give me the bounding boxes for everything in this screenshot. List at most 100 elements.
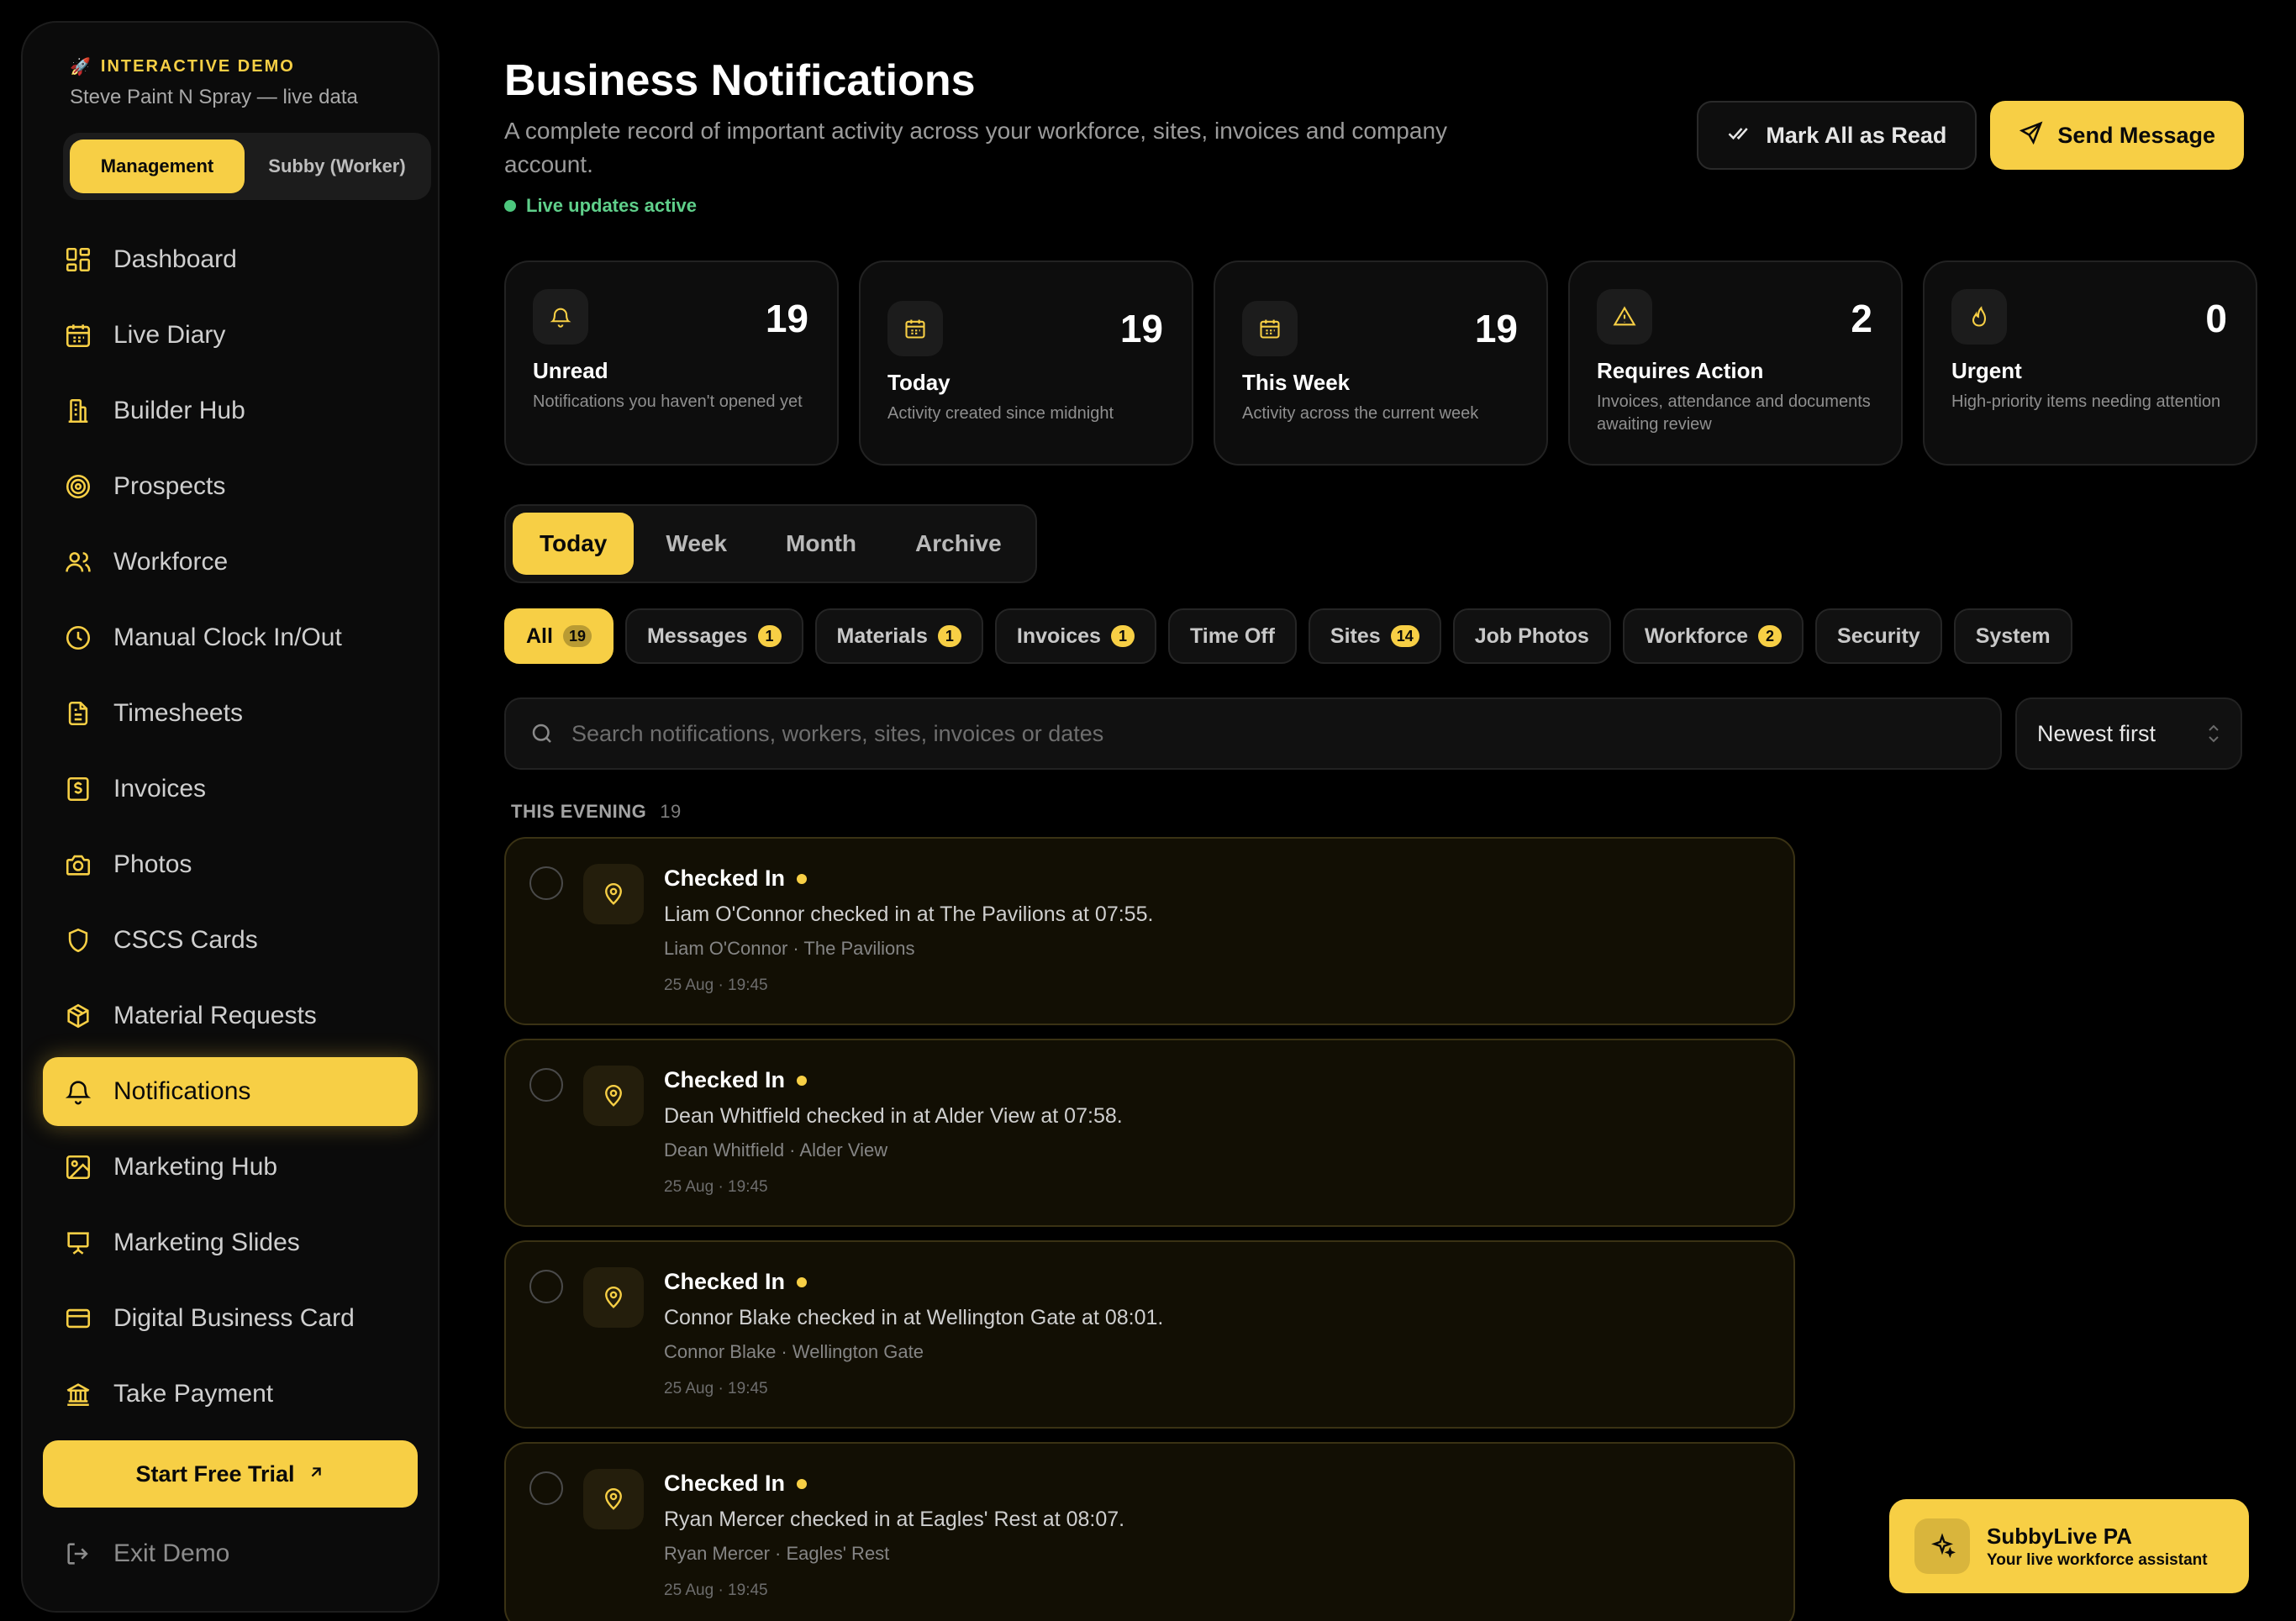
unread-dot-icon bbox=[797, 1075, 808, 1086]
assistant-button[interactable]: SubbyLive PA Your live workforce assista… bbox=[1889, 1499, 2249, 1593]
filter-system[interactable]: System bbox=[1953, 608, 2072, 664]
group-label: THIS EVENING bbox=[511, 801, 647, 822]
notification-meta: Dean Whitfield · Alder View bbox=[664, 1139, 888, 1160]
send-icon bbox=[2019, 120, 2044, 151]
select-checkbox[interactable] bbox=[529, 1270, 563, 1303]
exit-demo-button[interactable]: Exit Demo bbox=[43, 1519, 418, 1588]
select-checkbox[interactable] bbox=[529, 1471, 563, 1505]
filter-sites[interactable]: Sites 14 bbox=[1308, 608, 1441, 664]
filter-label: Security bbox=[1837, 624, 1920, 648]
target-icon bbox=[63, 471, 93, 502]
image-icon bbox=[63, 1152, 93, 1182]
tab-today[interactable]: Today bbox=[513, 513, 635, 575]
notification-title: Checked In bbox=[664, 1269, 786, 1294]
notification-body: Connor Blake checked in at Wellington Ga… bbox=[664, 1306, 1164, 1329]
filter-workforce[interactable]: Workforce 2 bbox=[1622, 608, 1804, 664]
filter-count-badge: 1 bbox=[757, 625, 782, 647]
sidebar-item-notifications[interactable]: Notifications bbox=[43, 1057, 418, 1126]
stat-description: Notifications you haven't opened yet bbox=[533, 392, 803, 411]
stat-label: Today bbox=[887, 370, 951, 395]
filter-messages[interactable]: Messages 1 bbox=[624, 608, 803, 664]
select-checkbox[interactable] bbox=[529, 866, 563, 900]
bell-icon bbox=[63, 1076, 93, 1107]
role-management-button[interactable]: Management bbox=[70, 139, 245, 193]
sidebar-item-take-payment[interactable]: Take Payment bbox=[43, 1360, 418, 1429]
tab-archive[interactable]: Archive bbox=[888, 513, 1029, 575]
sidebar-item-live-diary[interactable]: Live Diary bbox=[43, 301, 418, 370]
notification-title-row: Checked In bbox=[664, 1269, 808, 1295]
notification-meta: Ryan Mercer · Eagles' Rest bbox=[664, 1543, 890, 1564]
calendar-icon bbox=[63, 320, 93, 350]
filter-invoices[interactable]: Invoices 1 bbox=[994, 608, 1156, 664]
stat-card-requires-action[interactable]: 2 Requires Action Invoices, attendance a… bbox=[1568, 261, 1903, 466]
sidebar-item-label: Photos bbox=[113, 850, 192, 878]
live-dot-icon bbox=[504, 200, 516, 212]
sidebar-item-label: Workforce bbox=[113, 548, 229, 576]
filter-count-badge: 1 bbox=[1110, 625, 1135, 647]
notification-time: 25 Aug · 19:45 bbox=[664, 1178, 768, 1196]
search-input[interactable] bbox=[571, 720, 2000, 747]
stat-value: 19 bbox=[765, 297, 808, 340]
notification-card[interactable]: Checked In Liam O'Connor checked in at T… bbox=[504, 837, 1795, 1025]
role-subby-button[interactable]: Subby (Worker) bbox=[250, 139, 424, 193]
tab-week[interactable]: Week bbox=[639, 513, 754, 575]
stat-card-unread[interactable]: 19 Unread Notifications you haven't open… bbox=[504, 261, 839, 466]
select-checkbox[interactable] bbox=[529, 1068, 563, 1102]
sidebar-item-marketing-slides[interactable]: Marketing Slides bbox=[43, 1208, 418, 1277]
account-name: Steve Paint N Spray — live data bbox=[70, 86, 358, 108]
send-message-button[interactable]: Send Message bbox=[1990, 101, 2244, 170]
notification-meta: Connor Blake · Wellington Gate bbox=[664, 1341, 924, 1362]
role-switch: Management Subby (Worker) bbox=[63, 133, 431, 200]
stat-card-today[interactable]: 19 Today Activity created since midnight bbox=[859, 261, 1193, 466]
sidebar-item-invoices[interactable]: Invoices bbox=[43, 755, 418, 824]
sidebar-item-marketing-hub[interactable]: Marketing Hub bbox=[43, 1133, 418, 1202]
stat-label: Urgent bbox=[1951, 358, 2022, 383]
tab-month[interactable]: Month bbox=[759, 513, 883, 575]
sidebar-item-label: Invoices bbox=[113, 775, 207, 803]
stat-card-this-week[interactable]: 19 This Week Activity across the current… bbox=[1214, 261, 1548, 466]
filter-security[interactable]: Security bbox=[1815, 608, 1942, 664]
mark-all-read-label: Mark All as Read bbox=[1766, 122, 1947, 148]
filter-label: Workforce bbox=[1644, 624, 1749, 648]
start-free-trial-button[interactable]: Start Free Trial bbox=[43, 1440, 418, 1508]
filter-label: Materials bbox=[836, 624, 928, 648]
sidebar-item-workforce[interactable]: Workforce bbox=[43, 528, 418, 597]
stat-card-urgent[interactable]: 0 Urgent High-priority items needing att… bbox=[1923, 261, 2257, 466]
sidebar-item-cscs-cards[interactable]: CSCS Cards bbox=[43, 906, 418, 975]
unread-dot-icon bbox=[797, 873, 808, 884]
map-pin-icon bbox=[583, 1469, 644, 1529]
filter-label: System bbox=[1975, 624, 2051, 648]
warning-icon bbox=[1597, 289, 1652, 345]
sidebar-item-timesheets[interactable]: Timesheets bbox=[43, 679, 418, 748]
notification-title-row: Checked In bbox=[664, 1471, 808, 1497]
unread-dot-icon bbox=[797, 1478, 808, 1489]
box-icon bbox=[63, 1001, 93, 1031]
sort-select[interactable]: Newest first bbox=[2015, 697, 2242, 770]
filter-label: Sites bbox=[1330, 624, 1381, 648]
sidebar-item-photos[interactable]: Photos bbox=[43, 830, 418, 899]
filter-job-photos[interactable]: Job Photos bbox=[1452, 608, 1611, 664]
sidebar-item-material-requests[interactable]: Material Requests bbox=[43, 982, 418, 1050]
sidebar-item-label: Marketing Hub bbox=[113, 1153, 278, 1181]
sidebar-nav: Dashboard Live Diary Builder Hub Prospec… bbox=[43, 225, 418, 1429]
dashboard-icon bbox=[63, 245, 93, 275]
live-status-label: Live updates active bbox=[526, 195, 697, 216]
sidebar-item-manual-clock[interactable]: Manual Clock In/Out bbox=[43, 603, 418, 672]
notification-title: Checked In bbox=[664, 1067, 786, 1092]
sidebar-item-builder-hub[interactable]: Builder Hub bbox=[43, 376, 418, 445]
sidebar-item-prospects[interactable]: Prospects bbox=[43, 452, 418, 521]
notification-body: Liam O'Connor checked in at The Pavilion… bbox=[664, 903, 1154, 926]
mark-all-read-button[interactable]: Mark All as Read bbox=[1697, 101, 1977, 170]
sidebar-item-dashboard[interactable]: Dashboard bbox=[43, 225, 418, 294]
card-icon bbox=[63, 1303, 93, 1334]
notification-card[interactable]: Checked In Ryan Mercer checked in at Eag… bbox=[504, 1442, 1795, 1621]
notification-card[interactable]: Checked In Dean Whitfield checked in at … bbox=[504, 1039, 1795, 1227]
notification-card[interactable]: Checked In Connor Blake checked in at We… bbox=[504, 1240, 1795, 1429]
sidebar-item-business-card[interactable]: Digital Business Card bbox=[43, 1284, 418, 1353]
sort-selected-value: Newest first bbox=[2037, 720, 2156, 746]
filter-time-off[interactable]: Time Off bbox=[1167, 608, 1297, 664]
category-filters: All 19 Messages 1 Materials 1 Invoices 1 Tim… bbox=[504, 608, 2072, 664]
filter-materials[interactable]: Materials 1 bbox=[814, 608, 983, 664]
filter-all[interactable]: All 19 bbox=[504, 608, 613, 664]
notification-body: Dean Whitfield checked in at Alder View … bbox=[664, 1104, 1123, 1128]
